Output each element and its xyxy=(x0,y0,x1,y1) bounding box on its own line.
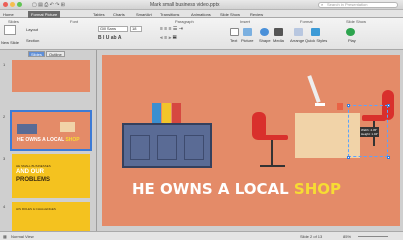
thumb3-big: AND OUR xyxy=(16,169,44,175)
tab-smartart[interactable]: SmartArt xyxy=(136,11,152,18)
tab-animations[interactable]: Animations xyxy=(191,11,211,18)
search-icon: ⌕ xyxy=(321,2,324,7)
zoom-window-button[interactable] xyxy=(17,2,22,7)
picture-icon[interactable] xyxy=(243,28,252,36)
slide-canvas: Width: 4.45" Height: 1.04" HE OWNS A LOC… xyxy=(97,50,403,231)
font-name-select[interactable]: Gill Sans xyxy=(98,26,128,32)
arrange-button[interactable]: Arrange xyxy=(290,38,304,43)
mug xyxy=(337,103,343,110)
thumb-desk2 xyxy=(60,122,75,132)
section-insert: Insert xyxy=(240,19,251,24)
binder-blue xyxy=(152,103,161,123)
tab-charts[interactable]: Charts xyxy=(113,11,125,18)
view-label: Normal View xyxy=(11,234,34,239)
tab-home[interactable]: Home xyxy=(3,11,14,18)
font-format-controls[interactable]: B I U ab A xyxy=(98,35,121,41)
quick-access-toolbar[interactable]: ▢ ▤ ⎙ ↶ ↷ ⊞ xyxy=(32,2,65,8)
drawer-1 xyxy=(130,135,150,160)
status-bar: ▦ Normal View Slide 2 of 13 85% xyxy=(0,231,403,240)
thumb-title: HE OWNS A LOCAL SHOP xyxy=(17,137,80,143)
layout-button[interactable]: Layout xyxy=(26,27,38,32)
resize-handle-br[interactable] xyxy=(387,156,390,159)
thumb3-big2: PROBLEMS xyxy=(16,177,51,183)
slide-thumbnail-1[interactable] xyxy=(12,60,90,92)
drawer-3 xyxy=(184,135,204,160)
font-size-select[interactable]: 18 xyxy=(130,26,142,32)
search-input[interactable]: ⌕ Search in Presentation xyxy=(318,2,398,8)
monitor-base xyxy=(315,103,325,106)
section-slides: Slides xyxy=(8,19,19,24)
quick-styles-icon[interactable] xyxy=(311,28,320,36)
tab-format-picture[interactable]: Format Picture xyxy=(28,11,61,18)
view-grid-icon[interactable]: ▦ xyxy=(3,234,7,239)
thumb-number-3: 3 xyxy=(3,156,6,161)
play-button[interactable]: Play xyxy=(348,38,356,43)
slide-thumbnail-2[interactable]: HE OWNS A LOCAL SHOP xyxy=(10,110,92,151)
zoom-level[interactable]: 85% xyxy=(343,234,351,239)
slide-2[interactable]: Width: 4.45" Height: 1.04" HE OWNS A LOC… xyxy=(102,55,400,226)
media-icon[interactable] xyxy=(274,28,283,36)
play-icon[interactable] xyxy=(346,28,355,36)
ribbon-tab-bar: Home Format Picture Tables Charts SmartA… xyxy=(0,10,403,18)
thumb-number-1: 1 xyxy=(3,62,6,67)
chair-left-base xyxy=(260,165,285,167)
resize-handle-tl[interactable] xyxy=(347,104,350,107)
section-slide-show: Slide Show xyxy=(346,19,367,24)
media-button[interactable]: Media xyxy=(273,38,284,43)
quick-styles-button[interactable]: Quick Styles xyxy=(305,38,327,43)
tab-slide-show[interactable]: Slide Show xyxy=(220,11,240,18)
section-paragraph: Paragraph xyxy=(175,19,194,24)
monitor xyxy=(307,75,321,103)
tab-review[interactable]: Review xyxy=(250,11,263,18)
shape-button[interactable]: Shape xyxy=(259,38,271,43)
thumb-number-4: 4 xyxy=(3,204,6,209)
thumb-number-2: 2 xyxy=(3,114,6,119)
window-title: Mark small business video.pptx xyxy=(150,2,220,8)
title-bar: ▢ ▤ ⎙ ↶ ↷ ⊞ Mark small business video.pp… xyxy=(0,0,403,10)
binder-yellow xyxy=(162,103,171,123)
slide-title[interactable]: HE OWNS A LOCAL SHOP xyxy=(132,180,341,198)
paragraph-controls[interactable]: ≡ ≡ ≡ ☰ ⇥ xyxy=(160,26,183,32)
close-window-button[interactable] xyxy=(3,2,8,7)
slide-title-plain: HE OWNS A LOCAL xyxy=(132,180,294,198)
size-tooltip: Width: 4.45" Height: 1.04" xyxy=(360,127,380,137)
new-slide-button[interactable]: New Slide xyxy=(1,40,19,45)
ribbon: Slides Font Paragraph Insert Format Slid… xyxy=(0,18,403,50)
section-font: Font xyxy=(70,19,79,24)
binder-red xyxy=(172,103,181,123)
section-button[interactable]: Section xyxy=(26,38,39,43)
picture-button[interactable]: Picture xyxy=(241,38,253,43)
sidebar-tab-slides[interactable]: Slides xyxy=(28,51,45,57)
section-format: Format xyxy=(300,19,313,24)
slide-thumbnail-3[interactable]: HE SMALL BUSINESSES AND OUR PROBLEMS xyxy=(12,154,90,198)
tab-tables[interactable]: Tables xyxy=(93,11,105,18)
sidebar-tab-outline[interactable]: Outline xyxy=(46,51,65,57)
chair-left-leg xyxy=(271,140,273,165)
slide-title-highlight: SHOP xyxy=(293,180,342,198)
resize-handle-bl[interactable] xyxy=(347,156,350,159)
slide-sidebar: Slides Outline 1 2 HE OWNS A LOCAL SHOP … xyxy=(0,50,97,231)
resize-handle-tr[interactable] xyxy=(387,104,390,107)
slide-counter: Slide 2 of 13 xyxy=(300,234,323,239)
shape-icon[interactable] xyxy=(260,28,269,36)
text-box-icon[interactable] xyxy=(230,28,239,36)
thumb3-small: HE SMALL BUSINESSES xyxy=(16,164,51,168)
text-button[interactable]: Text xyxy=(230,38,237,43)
search-placeholder: Search in Presentation xyxy=(327,2,368,7)
thumb4-text: HIS ROLES & CHALLENGES xyxy=(16,207,56,211)
zoom-slider[interactable] xyxy=(358,236,388,237)
new-slide-icon[interactable] xyxy=(4,25,16,35)
slide-thumbnail-4[interactable]: HIS ROLES & CHALLENGES xyxy=(12,202,90,231)
alignment-controls[interactable]: ⫷ ≡ ⫸ ▤ xyxy=(160,35,177,41)
chair-left-seat xyxy=(258,135,288,140)
thumb-desk xyxy=(17,124,37,134)
tab-transitions[interactable]: Transitions xyxy=(160,11,179,18)
minimize-window-button[interactable] xyxy=(10,2,15,7)
drawer-2 xyxy=(157,135,177,160)
arrange-icon[interactable] xyxy=(294,28,303,36)
